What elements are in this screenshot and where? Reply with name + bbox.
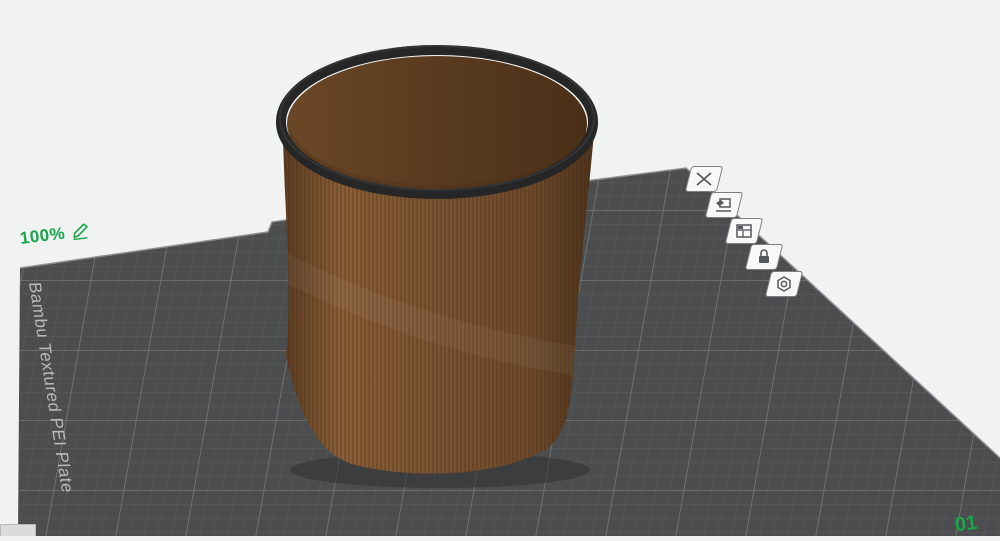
- lock-icon: [759, 249, 769, 263]
- settings-icon: [777, 276, 791, 292]
- scene-canvas[interactable]: [0, 0, 1000, 536]
- plate-number: 01: [953, 511, 979, 537]
- corner-tab[interactable]: [0, 524, 36, 536]
- pencil-icon[interactable]: [70, 222, 92, 241]
- 3d-viewport[interactable]: 100% Bambu Textured PEI Plate 01: [0, 0, 1000, 536]
- close-icon: [696, 172, 712, 186]
- arrange-icon: [716, 198, 731, 212]
- delete-plate-button[interactable]: [684, 166, 724, 192]
- plate-settings-button[interactable]: [764, 271, 804, 297]
- orient-plate-button[interactable]: [724, 218, 764, 244]
- cup-model[interactable]: [270, 45, 610, 490]
- layout-icon: [736, 224, 752, 238]
- lock-plate-button[interactable]: [744, 244, 784, 270]
- arrange-plate-button[interactable]: [704, 192, 744, 218]
